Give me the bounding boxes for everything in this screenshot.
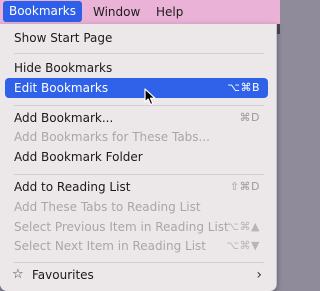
- menu-item-label: Add to Reading List: [14, 180, 131, 194]
- menu-item-label: Add Bookmarks for These Tabs...: [14, 130, 210, 144]
- menu-item-hide-bookmarks[interactable]: Hide Bookmarks: [5, 58, 268, 78]
- menu-item-label: Edit Bookmarks: [14, 81, 109, 95]
- menu-item-label: Select Previous Item in Reading List: [14, 220, 229, 234]
- menu-separator: [14, 53, 264, 54]
- menu-item-shortcut: ⇧⌘D: [229, 180, 260, 193]
- menu-help[interactable]: Help: [156, 0, 183, 24]
- menu-window[interactable]: Window: [93, 0, 140, 24]
- menu-item-add-bookmarks-for-tabs[interactable]: Add Bookmarks for These Tabs...: [5, 127, 268, 147]
- menu-item-label: Hide Bookmarks: [14, 61, 113, 75]
- menu-item-label: Select Next Item in Reading List: [14, 239, 206, 253]
- menu-item-shortcut: ⌥⌘B: [227, 81, 260, 94]
- mouse-cursor-icon: [144, 88, 156, 106]
- menu-item-add-bookmark-folder[interactable]: Add Bookmark Folder: [5, 147, 268, 167]
- menu-item-edit-bookmarks[interactable]: Edit Bookmarks ⌥⌘B: [5, 78, 268, 98]
- chevron-right-icon: ›: [256, 267, 262, 283]
- menu-item-shortcut: ⌥⌘▲: [226, 220, 260, 233]
- menu-bar: Bookmarks Window Help: [0, 0, 280, 24]
- menu-item-show-start-page[interactable]: Show Start Page: [5, 28, 268, 48]
- menu-item-label: Favourites: [32, 268, 94, 282]
- menu-separator: [14, 174, 264, 175]
- menu-item-add-to-reading-list[interactable]: Add to Reading List ⇧⌘D: [5, 177, 268, 197]
- menu-separator: [14, 105, 264, 106]
- menu-bookmarks[interactable]: Bookmarks: [3, 1, 82, 22]
- menu-item-add-bookmark[interactable]: Add Bookmark... ⌘D: [5, 108, 268, 128]
- menu-item-label: Add Bookmark Folder: [14, 150, 143, 164]
- menu-separator: [14, 262, 264, 263]
- menu-item-label: Show Start Page: [14, 31, 113, 45]
- bookmarks-dropdown-menu: Show Start Page Hide Bookmarks Edit Book…: [0, 24, 277, 291]
- menu-item-favourites[interactable]: ☆ Favourites ›: [5, 265, 268, 285]
- star-icon: ☆: [12, 267, 24, 282]
- menu-item-select-previous-reading-list[interactable]: Select Previous Item in Reading List ⌥⌘▲: [5, 217, 268, 237]
- menu-item-add-tabs-to-reading-list[interactable]: Add These Tabs to Reading List: [5, 197, 268, 217]
- menu-item-label: Add These Tabs to Reading List: [14, 200, 201, 214]
- menu-item-label: Add Bookmark...: [14, 111, 114, 125]
- menu-item-select-next-reading-list[interactable]: Select Next Item in Reading List ⌥⌘▼: [5, 236, 268, 256]
- menu-item-shortcut: ⌘D: [239, 111, 260, 124]
- menu-item-shortcut: ⌥⌘▼: [226, 239, 260, 252]
